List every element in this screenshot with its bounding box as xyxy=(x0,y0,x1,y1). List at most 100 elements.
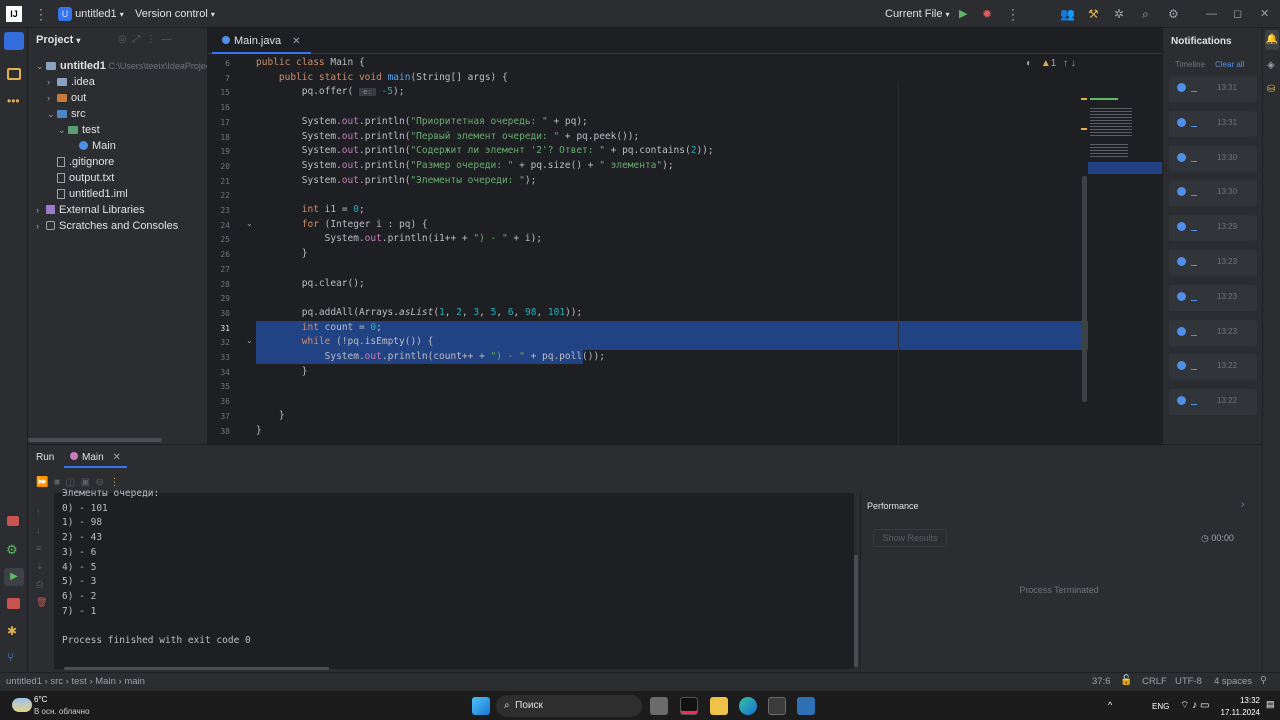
performance-expand-icon[interactable]: › xyxy=(1241,499,1244,510)
notification-link-icon[interactable] xyxy=(1191,221,1197,232)
notification-link-icon[interactable] xyxy=(1191,256,1197,266)
store-icon[interactable] xyxy=(768,697,786,715)
tree-item-main[interactable]: Main xyxy=(28,138,116,154)
notification-link-icon[interactable] xyxy=(1191,395,1197,406)
vcs-menu[interactable]: Version control ▾ xyxy=(135,0,215,28)
breadcrumb-item[interactable]: untitled1 xyxy=(6,676,42,687)
expand-chevron-icon[interactable]: › xyxy=(47,90,57,106)
tray-chevron-icon[interactable]: ^ xyxy=(1108,700,1112,710)
more-actions-icon[interactable]: ⋮ xyxy=(1006,0,1020,28)
task-view-icon[interactable] xyxy=(650,697,668,715)
breadcrumb-item[interactable]: main xyxy=(124,676,145,687)
fold-chevron-icon[interactable]: ⌄ xyxy=(246,219,253,228)
console-h-scrollbar[interactable] xyxy=(64,667,329,670)
next-highlight-icon[interactable]: ↓ xyxy=(1071,58,1076,69)
notification-item[interactable]: 13:30 xyxy=(1169,145,1257,172)
notification-center-icon[interactable]: ▤ xyxy=(1266,699,1275,710)
tree-item-external-libraries[interactable]: › External Libraries xyxy=(28,202,145,218)
project-scrollbar[interactable] xyxy=(28,438,162,442)
rerun-icon[interactable]: ⏩ xyxy=(36,477,48,488)
console-side-tools[interactable]: ↑ ↓ ≡ ⇣ ⎙ 🗑 xyxy=(36,503,48,611)
main-run-tab[interactable]: Main ✕ xyxy=(64,448,127,468)
terminal-icon[interactable] xyxy=(7,598,20,609)
photos-icon[interactable] xyxy=(797,697,815,715)
breadcrumb-item[interactable]: src xyxy=(50,676,63,687)
run-config-selector[interactable]: Current File ▾ xyxy=(885,0,950,28)
code-line[interactable]: for (Integer i : pq) { xyxy=(256,218,428,232)
code-minimap[interactable] xyxy=(1088,88,1162,176)
expand-chevron-icon[interactable]: ⌄ xyxy=(36,58,46,74)
code-line[interactable]: } xyxy=(256,424,262,438)
expand-chevron-icon[interactable]: › xyxy=(36,202,46,218)
code-line[interactable]: while (!pq.isEmpty()) { xyxy=(256,335,434,349)
prev-highlight-icon[interactable]: ↑ xyxy=(1063,58,1068,69)
code-line[interactable]: } xyxy=(256,409,285,423)
error-stripe-marker-2[interactable] xyxy=(1081,128,1087,130)
database-icon[interactable]: ⛁ xyxy=(1267,84,1275,95)
code-line[interactable]: int count = 0; xyxy=(256,321,382,335)
notification-item[interactable]: 13:30 xyxy=(1169,180,1257,207)
structure-tool-icon[interactable] xyxy=(7,68,21,80)
line-separator[interactable]: CRLF xyxy=(1142,676,1167,687)
code-line[interactable]: } xyxy=(256,365,308,379)
main-menu-icon[interactable]: ⋮ xyxy=(34,0,48,28)
run-tab-close-icon[interactable]: ✕ xyxy=(112,452,120,463)
vcs-status-icon[interactable]: ⚲ xyxy=(1260,675,1267,686)
debug-icon[interactable]: ✹ xyxy=(982,0,992,28)
code-line[interactable]: } xyxy=(256,247,308,261)
notification-link-icon[interactable] xyxy=(1191,326,1197,336)
code-line[interactable]: System.out.println("Размер очереди: " + … xyxy=(256,159,674,173)
notification-link-icon[interactable] xyxy=(1191,117,1197,127)
run-icon[interactable]: ▶ xyxy=(959,0,967,28)
notification-item[interactable]: 13:23 xyxy=(1169,284,1257,311)
project-switcher[interactable]: U untitled1 ▾ xyxy=(58,0,124,28)
edge-browser-icon[interactable] xyxy=(739,697,757,715)
code-line[interactable]: public static void main(String[] args) { xyxy=(256,71,508,85)
code-line[interactable]: pq.clear(); xyxy=(256,277,365,291)
project-panel-title[interactable]: Project ▾ xyxy=(36,34,80,46)
clock-time[interactable]: 13:32 xyxy=(1218,696,1260,705)
breadcrumb-item[interactable]: test xyxy=(72,676,87,687)
debug-bug-icon[interactable]: ✱ xyxy=(7,624,17,638)
code-line[interactable]: int i1 = 0; xyxy=(256,203,365,217)
stop-icon[interactable]: ■ ◫ ▣ ⊖ ⋮ xyxy=(54,477,120,488)
tree-item-untitled1-iml[interactable]: untitled1.iml xyxy=(28,186,128,202)
code-line[interactable]: pq.addAll(Arrays.asList(1, 2, 3, 5, 6, 9… xyxy=(256,306,583,320)
notification-item[interactable]: 13:31 xyxy=(1169,110,1257,137)
close-icon[interactable]: ✕ xyxy=(1260,0,1269,28)
notifications-bell-icon[interactable]: 🔔 xyxy=(1265,30,1279,50)
code-line[interactable]: System.out.println(count++ + ") - " + pq… xyxy=(256,350,605,364)
code-line[interactable]: System.out.println(i1++ + ") - " + i); xyxy=(256,232,542,246)
expand-chevron-icon[interactable]: › xyxy=(36,218,46,234)
taskbar-search[interactable]: ⌕ Поиск xyxy=(496,695,642,717)
search-icon[interactable]: ⌕ xyxy=(1142,0,1149,28)
problems-gear-icon[interactable]: ⚙ xyxy=(6,542,18,558)
tree-item-scratches-and-consoles[interactable]: › Scratches and Consoles xyxy=(28,218,178,234)
code-area[interactable]: 6 public class Main {7 public static void… xyxy=(208,56,1162,444)
build-tools-icon[interactable]: ⚒ xyxy=(1088,0,1099,28)
code-line[interactable]: System.out.println("Первый элемент очере… xyxy=(256,130,640,144)
gradle-icon[interactable]: ◈ xyxy=(1267,60,1275,71)
notification-item[interactable]: 13:23 xyxy=(1169,250,1257,276)
tree-item-out[interactable]: › out xyxy=(28,90,86,106)
reader-mode-icon[interactable]: ◐ xyxy=(1026,58,1032,69)
console-output[interactable]: Элементы очереди: 0) - 101 1) - 98 2) - 43 3… xyxy=(54,488,854,669)
services-icon[interactable] xyxy=(7,516,19,526)
indent-setting[interactable]: 4 spaces xyxy=(1214,676,1252,687)
fold-chevron-icon[interactable]: ⌄ xyxy=(246,336,253,345)
notification-item[interactable]: 13:22 xyxy=(1169,389,1257,416)
code-line[interactable]: pq.offer( e: -5); xyxy=(256,85,405,99)
git-icon[interactable]: ⑂ xyxy=(7,650,14,664)
lock-icon[interactable]: 🔓 xyxy=(1120,675,1132,686)
notification-item[interactable]: 13:22 xyxy=(1169,354,1257,381)
expand-chevron-icon[interactable]: ⌄ xyxy=(47,106,57,122)
intellij-taskbar-icon[interactable] xyxy=(680,697,698,715)
notification-link-icon[interactable] xyxy=(1191,291,1197,301)
clock-date[interactable]: 17.11.2024 xyxy=(1208,708,1260,717)
project-tool-icon[interactable] xyxy=(4,32,24,50)
code-with-me-icon[interactable]: 👥 xyxy=(1060,0,1075,28)
notification-link-icon[interactable] xyxy=(1191,360,1197,371)
tab-main-java[interactable]: Main.java ✕ xyxy=(212,28,311,54)
notification-link-icon[interactable] xyxy=(1191,186,1197,197)
weather-icon[interactable] xyxy=(12,698,32,712)
